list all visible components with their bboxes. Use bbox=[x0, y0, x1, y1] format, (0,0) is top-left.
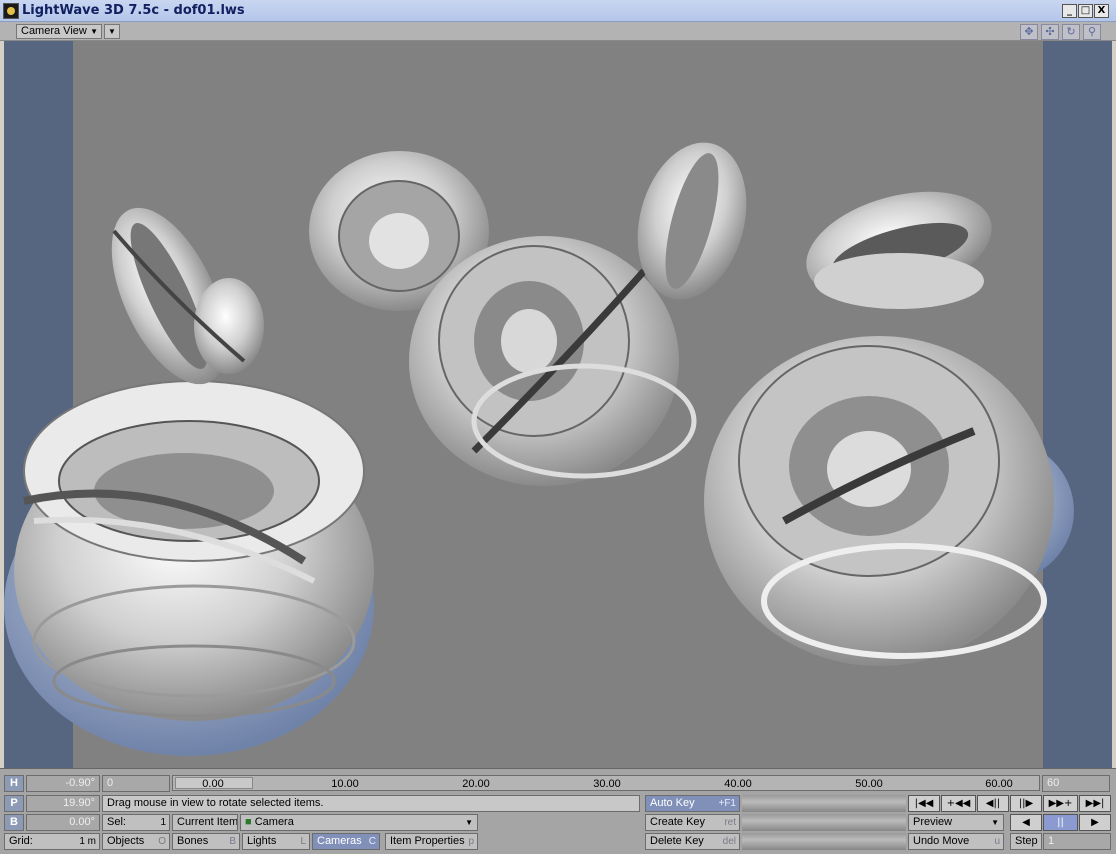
timeline-tick: 60.00 bbox=[985, 778, 1013, 790]
window-title: LightWave 3D 7.5c - dof01.lws bbox=[22, 3, 245, 18]
auto-key-label: Auto Key bbox=[650, 797, 695, 809]
move-view-icon[interactable]: ✥ bbox=[1020, 24, 1038, 40]
selection-count: Sel: 1 bbox=[102, 814, 170, 831]
control-panel: H -0.90° 0 0.00 10.00 20.00 30.00 40.00 … bbox=[0, 768, 1116, 854]
tab-cameras-shortcut: C bbox=[368, 836, 376, 847]
minimize-button[interactable]: _ bbox=[1062, 4, 1077, 18]
viewport-render bbox=[4, 41, 1112, 768]
previous-key-button[interactable]: +◀◀ bbox=[941, 795, 976, 812]
delete-key-button[interactable]: Delete Key del bbox=[645, 833, 740, 850]
tab-objects[interactable]: Objects O bbox=[102, 833, 170, 850]
tab-bones[interactable]: Bones B bbox=[172, 833, 240, 850]
frame-end-field[interactable]: 60 bbox=[1042, 775, 1110, 792]
undo-move-label: Undo Move bbox=[913, 835, 970, 847]
panel-spacer bbox=[742, 795, 906, 812]
step-label: Step bbox=[1010, 833, 1042, 850]
sel-label: Sel: bbox=[107, 816, 126, 828]
tab-cameras-label: Cameras bbox=[317, 835, 362, 847]
frame-start-field[interactable]: 0 bbox=[102, 775, 170, 792]
bank-label: B bbox=[4, 814, 24, 831]
safe-area-right bbox=[1043, 41, 1112, 768]
chevron-down-icon: ▼ bbox=[465, 818, 473, 827]
status-bar: Drag mouse in view to rotate selected it… bbox=[102, 795, 640, 812]
timeline-tick: 30.00 bbox=[593, 778, 621, 790]
chevron-down-icon: ▼ bbox=[90, 27, 98, 36]
view-mode-label: Camera View bbox=[21, 25, 87, 37]
timeline-slider[interactable]: 0.00 10.00 20.00 30.00 40.00 50.00 60.00 bbox=[172, 775, 1040, 791]
timeline-tick: 0.00 bbox=[202, 778, 224, 790]
torus-sculpture[interactable] bbox=[4, 380, 374, 756]
undo-move-button[interactable]: Undo Move u bbox=[908, 833, 1004, 850]
view-toolbar: Camera View ▼ ▼ ✥ ✣ ↻ ⚲ bbox=[0, 22, 1116, 41]
item-properties-label: Item Properties bbox=[390, 835, 465, 847]
preview-select[interactable]: Preview ▼ bbox=[908, 814, 1004, 831]
torus-sculpture[interactable] bbox=[88, 191, 264, 401]
grid-value: 1 m bbox=[79, 836, 96, 847]
tab-lights-label: Lights bbox=[247, 835, 277, 847]
bank-field[interactable]: 0.00° bbox=[26, 814, 100, 831]
next-key-button[interactable]: ▶▶+ bbox=[1043, 795, 1078, 812]
panel-spacer bbox=[742, 814, 906, 831]
play-button[interactable]: ▶ bbox=[1079, 814, 1111, 831]
item-properties-shortcut: p bbox=[468, 836, 474, 847]
auto-key-shortcut: +F1 bbox=[718, 798, 736, 809]
play-reverse-button[interactable]: ◀ bbox=[1010, 814, 1042, 831]
create-key-shortcut: ret bbox=[724, 817, 736, 828]
create-key-button[interactable]: Create Key ret bbox=[645, 814, 740, 831]
chevron-down-icon: ▼ bbox=[991, 818, 999, 827]
current-item-label: Current Item bbox=[172, 814, 238, 831]
sel-value: 1 bbox=[160, 817, 166, 828]
timeline-tick: 20.00 bbox=[462, 778, 490, 790]
grid-size[interactable]: Grid: 1 m bbox=[4, 833, 100, 850]
heading-field[interactable]: -0.90° bbox=[26, 775, 100, 792]
go-to-start-button[interactable]: |◀◀ bbox=[908, 795, 940, 812]
tab-bones-label: Bones bbox=[177, 835, 209, 847]
close-button[interactable]: X bbox=[1094, 4, 1109, 18]
app-icon[interactable] bbox=[3, 3, 19, 19]
preview-label: Preview bbox=[913, 816, 953, 828]
view-options-button[interactable]: ▼ bbox=[104, 24, 120, 39]
tab-objects-label: Objects bbox=[107, 835, 145, 847]
view-mode-select[interactable]: Camera View ▼ bbox=[16, 24, 102, 39]
pitch-label: P bbox=[4, 795, 24, 812]
timeline-tick: 40.00 bbox=[724, 778, 752, 790]
item-properties-button[interactable]: Item Properties p bbox=[385, 833, 478, 850]
delete-key-shortcut: del bbox=[722, 836, 736, 847]
orbit-view-icon[interactable]: ↻ bbox=[1062, 24, 1080, 40]
camera-icon: ■ bbox=[245, 816, 252, 828]
chevron-down-icon: ▼ bbox=[108, 27, 116, 36]
next-frame-button[interactable]: ||▶ bbox=[1010, 795, 1042, 812]
heading-label: H bbox=[4, 775, 24, 792]
auto-key-button[interactable]: Auto Key +F1 bbox=[645, 795, 740, 812]
tab-bones-shortcut: B bbox=[229, 836, 236, 847]
current-item-select[interactable]: ■ Camera ▼ bbox=[240, 814, 478, 831]
camera-viewport[interactable] bbox=[4, 41, 1112, 768]
pitch-field[interactable]: 19.90° bbox=[26, 795, 100, 812]
pause-button[interactable]: || bbox=[1043, 814, 1078, 831]
step-field[interactable]: 1 bbox=[1043, 833, 1111, 850]
panel-spacer bbox=[742, 833, 906, 850]
undo-move-shortcut: u bbox=[994, 836, 1000, 847]
grid-label: Grid: bbox=[9, 835, 33, 847]
current-item-value: Camera bbox=[254, 816, 294, 828]
maximize-button[interactable]: □ bbox=[1078, 4, 1093, 18]
tab-lights[interactable]: Lights L bbox=[242, 833, 310, 850]
tab-lights-shortcut: L bbox=[300, 836, 306, 847]
previous-frame-button[interactable]: ◀|| bbox=[977, 795, 1009, 812]
tab-objects-shortcut: O bbox=[158, 836, 166, 847]
timeline-tick: 50.00 bbox=[855, 778, 883, 790]
go-to-end-button[interactable]: ▶▶| bbox=[1079, 795, 1111, 812]
timeline-tick: 10.00 bbox=[331, 778, 359, 790]
create-key-label: Create Key bbox=[650, 816, 706, 828]
rotate-view-icon[interactable]: ✣ bbox=[1041, 24, 1059, 40]
title-bar[interactable]: LightWave 3D 7.5c - dof01.lws _ □ X bbox=[0, 0, 1116, 22]
torus-sculpture[interactable] bbox=[794, 173, 1003, 319]
tab-cameras[interactable]: Cameras C bbox=[312, 833, 380, 850]
zoom-view-icon[interactable]: ⚲ bbox=[1083, 24, 1101, 40]
delete-key-label: Delete Key bbox=[650, 835, 704, 847]
torus-sculpture[interactable] bbox=[704, 336, 1074, 666]
